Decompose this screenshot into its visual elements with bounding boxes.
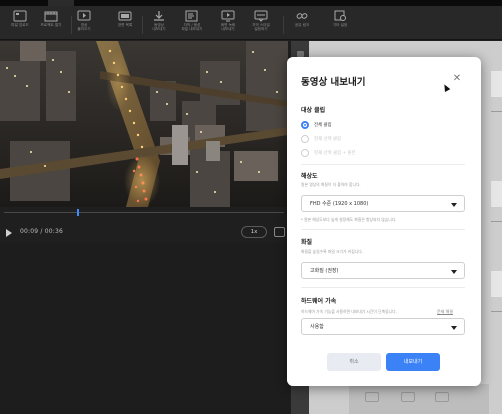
toolbar-label: 자막 / 음성 파일 내보내기 bbox=[181, 23, 203, 32]
quality-heading: 화질 bbox=[301, 239, 313, 246]
resolution-description: 원본 영상의 화질이 더 좋아야 합니다. bbox=[301, 182, 361, 187]
fullscreen-icon[interactable] bbox=[274, 227, 285, 237]
section-divider bbox=[301, 287, 465, 288]
toolbar-label: 동영상 내보내기 bbox=[152, 23, 166, 32]
hardware-acceleration-heading: 하드웨어 가속 bbox=[301, 298, 337, 305]
radio-label: 현재 선택 클립 + 원본 bbox=[314, 151, 356, 156]
panel-divider bbox=[491, 221, 502, 222]
export-video-dialog: 동영상 내보내기 ✕ 대상 클립 전체 클립 현재 선택 클립 현재 선택 클립… bbox=[287, 57, 481, 386]
resolution-note: * 원본 해상도보다 높게 설정해도 화질은 향상되지 않습니다. bbox=[301, 217, 397, 222]
caption-style-icon bbox=[254, 10, 268, 22]
hardware-acceleration-value: 사용함 bbox=[310, 324, 324, 330]
toolbar-label: 화면 녹화 내보내기 bbox=[220, 23, 236, 32]
section-divider bbox=[301, 229, 465, 230]
panel-footer-button[interactable] bbox=[435, 392, 449, 402]
chevron-down-icon bbox=[451, 203, 457, 207]
toolbar-settings-button[interactable]: 기타 설정 bbox=[322, 8, 358, 38]
panel-divider bbox=[491, 311, 502, 312]
player-timecode: 00:09 / 00:36 bbox=[20, 228, 64, 235]
screen-export-icon bbox=[221, 10, 235, 22]
toolbar-export-subtitle-button[interactable]: 자막 / 음성 파일 내보내기 bbox=[174, 8, 210, 38]
chevron-down-icon bbox=[451, 270, 457, 274]
radio-label: 현재 선택 클립 bbox=[314, 137, 342, 142]
timeline-playhead[interactable] bbox=[76, 209, 79, 216]
link-icon bbox=[296, 13, 308, 19]
toolbar-label: 프로젝트 열기 bbox=[40, 23, 62, 27]
toolbar-label: 기타 설정 bbox=[332, 23, 348, 27]
toolbar-open-project-button[interactable]: 프로젝트 열기 bbox=[33, 8, 69, 38]
hardware-acceleration-select[interactable]: 사용함 bbox=[301, 318, 465, 335]
resolution-heading: 해상도 bbox=[301, 173, 318, 180]
toolbar-caption-style-button[interactable]: 자막 스타일 설정하기 bbox=[243, 8, 279, 38]
video-import-icon bbox=[77, 10, 91, 21]
download-icon bbox=[154, 11, 164, 21]
radio-dot[interactable] bbox=[301, 149, 309, 157]
editor-lower-area bbox=[0, 243, 290, 414]
main-toolbar: 파일 업로드 프로젝트 열기 영상 불러오기 장면 목록 동영상 내보내기 자막… bbox=[0, 6, 502, 40]
cancel-button[interactable]: 취소 bbox=[327, 353, 381, 371]
chevron-down-icon bbox=[451, 326, 457, 330]
toolbar-label: 영상 불러오기 bbox=[77, 23, 91, 32]
quality-value: 고화질 (권장) bbox=[310, 268, 339, 274]
video-preview[interactable] bbox=[0, 41, 288, 207]
toolbar-label: 자막 스타일 설정하기 bbox=[252, 23, 270, 32]
mouse-cursor-icon bbox=[441, 83, 451, 92]
radio-dot[interactable] bbox=[301, 135, 309, 143]
panel-divider bbox=[491, 111, 502, 112]
video-timeline[interactable] bbox=[0, 209, 288, 216]
panel-footer bbox=[349, 384, 489, 414]
quality-description: 화질을 높일수록 파일 크기가 커집니다. bbox=[301, 249, 363, 254]
toolbar-label: 장면 목록 bbox=[117, 23, 133, 27]
export-button[interactable]: 내보내기 bbox=[386, 353, 440, 371]
toolbar-scene-list-button[interactable]: 장면 목록 bbox=[107, 8, 143, 38]
toolbar-export-video-button[interactable]: 동영상 내보내기 bbox=[141, 8, 177, 38]
radio-dot[interactable] bbox=[301, 121, 309, 129]
panel-row bbox=[491, 271, 502, 297]
toolbar-label: 공유 링크 bbox=[294, 23, 310, 27]
close-icon[interactable]: ✕ bbox=[451, 73, 463, 85]
panel-footer-button[interactable] bbox=[365, 392, 379, 402]
panel-row bbox=[491, 71, 502, 97]
film-open-icon bbox=[44, 11, 58, 22]
toolbar-import-video-button[interactable]: 영상 불러오기 bbox=[66, 8, 102, 38]
resolution-value: FHD 수준 (1920 x 1080) bbox=[310, 201, 369, 207]
panel-footer-button[interactable] bbox=[401, 392, 415, 402]
playback-speed-button[interactable]: 1x bbox=[241, 226, 267, 238]
upload-film-icon bbox=[13, 10, 27, 22]
panel-row bbox=[491, 181, 502, 207]
player-controls: 00:09 / 00:36 1x bbox=[0, 225, 288, 241]
hardware-acceleration-description: 하드웨어 가속 기능을 사용하면 내보내기 시간이 단축됩니다. bbox=[301, 309, 397, 314]
toolbar-screen-export-button[interactable]: 화면 녹화 내보내기 bbox=[210, 8, 246, 38]
section-divider bbox=[301, 164, 465, 165]
toolbar-share-link-button[interactable]: 공유 링크 bbox=[284, 8, 320, 38]
dialog-title: 동영상 내보내기 bbox=[301, 77, 366, 88]
quality-select[interactable]: 고화질 (권장) bbox=[301, 262, 465, 279]
timeline-track[interactable] bbox=[4, 212, 284, 213]
scene-list-icon bbox=[118, 11, 132, 21]
target-clip-heading: 대상 클립 bbox=[301, 107, 326, 114]
play-icon[interactable] bbox=[6, 229, 12, 237]
city-night-video-frame bbox=[0, 41, 288, 207]
resolution-select[interactable]: FHD 수준 (1920 x 1080) bbox=[301, 195, 465, 212]
subtitle-export-icon bbox=[185, 10, 198, 22]
settings-icon bbox=[334, 10, 346, 21]
radio-label: 전체 클립 bbox=[314, 123, 332, 128]
troubleshoot-link[interactable]: 문제 해결 bbox=[437, 309, 453, 315]
